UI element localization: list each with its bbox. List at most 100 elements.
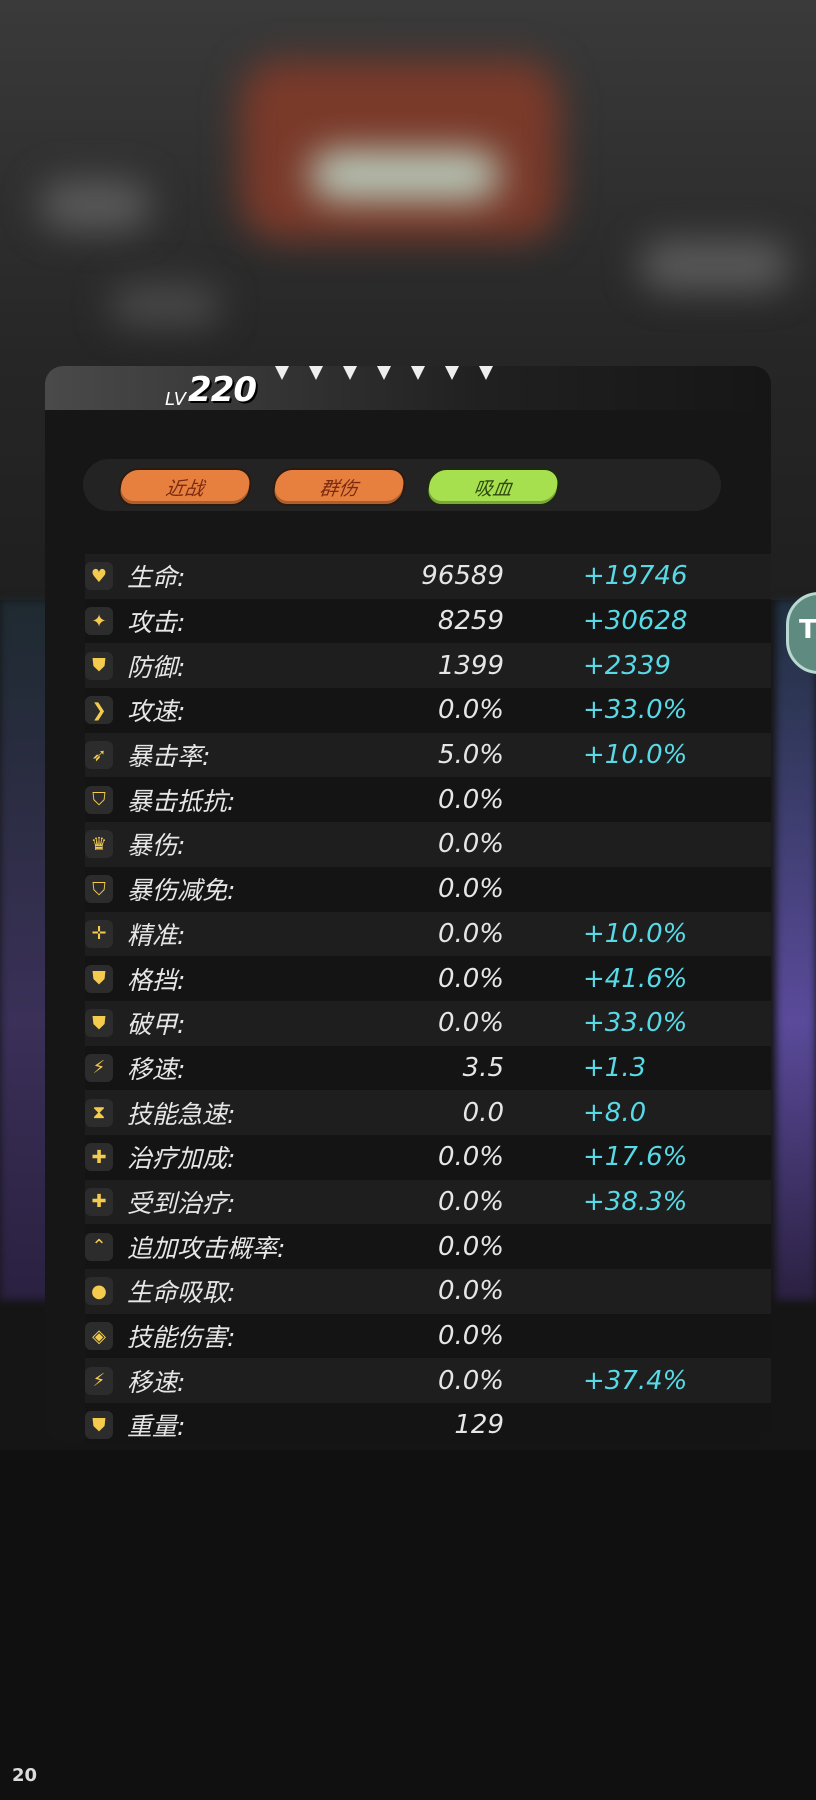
hero-portrait-strip: LV 220 — [45, 366, 771, 410]
stat-row: ➶ 暴击率: 5.0% +10.0% — [85, 732, 771, 778]
stat-value: 0.0% — [437, 1231, 504, 1262]
shield-icon: ⛊ — [85, 1411, 113, 1440]
stat-bonus: +8.0 — [583, 1097, 647, 1128]
tag-melee: 近战 — [116, 468, 254, 506]
shield-bolt-icon: ⛊ — [85, 964, 113, 993]
stat-row: ✚ 受到治疗: 0.0% +38.3% — [85, 1179, 771, 1225]
stat-label: 攻速: — [127, 697, 186, 727]
stat-row: ⛊ 防御: 1399 +2339 — [85, 643, 771, 689]
armor-break-icon: ⛊ — [85, 1009, 113, 1038]
stat-row: ⌃ 追加攻击概率: 0.0% — [85, 1224, 771, 1269]
crown-icon: ♛ — [85, 830, 113, 859]
stat-label: 生命: — [127, 563, 186, 593]
stat-value: 5.0% — [437, 740, 504, 771]
stat-bonus: +2339 — [583, 650, 671, 681]
stat-value: 0.0% — [437, 1321, 504, 1352]
stat-label: 暴伤减免: — [127, 876, 236, 906]
stat-label: 生命吸取: — [127, 1278, 236, 1308]
stat-bonus: +10.0% — [583, 918, 688, 949]
stat-row: ✦ 攻击: 8259 +30628 — [85, 598, 771, 644]
lightning-icon: ⚡ — [85, 1053, 113, 1082]
hero-level: LV 220 — [165, 370, 257, 410]
stat-row: ✛ 精准: 0.0% +10.0% — [85, 911, 771, 957]
stat-value: 3.5 — [462, 1052, 504, 1083]
stat-row: ⚡ 移速: 3.5 +1.3 — [85, 1045, 771, 1091]
stat-value: 0.0% — [437, 1276, 504, 1307]
stat-label: 精准: — [127, 920, 186, 950]
stat-row: ⛊ 格挡: 0.0% +41.6% — [85, 956, 771, 1001]
stat-value: 0.0% — [437, 918, 504, 949]
stat-label: 暴击率: — [127, 742, 211, 772]
stat-label: 格挡: — [127, 965, 186, 995]
double-chevron-up-icon: ⌃ — [85, 1232, 113, 1261]
crosshair-icon: ✛ — [85, 919, 113, 948]
stat-label: 移速: — [127, 1367, 186, 1397]
tag-lifesteal: 吸血 — [424, 468, 562, 506]
stat-value: 0.0% — [437, 1142, 504, 1173]
background-side-right — [776, 600, 816, 1300]
stat-label: 攻击: — [127, 608, 186, 638]
hourglass-icon: ⧗ — [85, 1098, 113, 1127]
background-bottom — [0, 1450, 816, 1800]
stat-value: 0.0% — [437, 1365, 504, 1396]
shield-crack-icon: ⛉ — [85, 875, 113, 904]
stat-bonus: +1.3 — [583, 1052, 647, 1083]
stat-value: 8259 — [437, 606, 504, 637]
level-prefix: LV — [165, 389, 187, 410]
stat-value: 0.0% — [437, 829, 504, 860]
stat-label: 暴伤: — [127, 831, 186, 861]
stat-label: 重量: — [127, 1412, 186, 1442]
target-icon: ◈ — [85, 1322, 113, 1351]
tag-aoe: 群伤 — [270, 468, 408, 506]
stat-value: 0.0% — [437, 874, 504, 905]
stat-label: 技能急速: — [127, 1099, 236, 1129]
sparkle-icon: ✦ — [85, 607, 113, 636]
side-badge-label: T — [799, 615, 816, 645]
stat-label: 移速: — [127, 1054, 186, 1084]
plus-icon: ✚ — [85, 1187, 113, 1216]
stat-row: ⛉ 暴击抵抗: 0.0% — [85, 777, 771, 823]
stat-bonus: +17.6% — [583, 1142, 688, 1173]
lightning-icon: ⚡ — [85, 1366, 113, 1395]
stat-bonus: +33.0% — [583, 1008, 688, 1039]
stat-label: 技能伤害: — [127, 1323, 236, 1353]
stat-row: ◈ 技能伤害: 0.0% — [85, 1313, 771, 1359]
stat-row: ⚡ 移速: 0.0% +37.4% — [85, 1358, 771, 1404]
stat-bonus: +38.3% — [583, 1186, 688, 1217]
stat-row: ● 生命吸取: 0.0% — [85, 1269, 771, 1314]
stat-value: 0.0% — [437, 784, 504, 815]
stat-label: 破甲: — [127, 1010, 186, 1040]
stat-value: 96589 — [421, 561, 504, 592]
stats-list: ♥ 生命: 96589 +19746 ✦ 攻击: 8259 +30628 ⛊ 防御: 1399 +23… — [85, 554, 771, 1442]
background-blob-left-lower — [110, 285, 220, 325]
hero-tags-bar: 近战 群伤 吸血 — [83, 459, 721, 511]
stat-row: ♛ 暴伤: 0.0% — [85, 822, 771, 867]
stat-row: ⛊ 重量: 129 — [85, 1403, 771, 1442]
stat-value: 0.0% — [437, 1008, 504, 1039]
stat-row: ⛉ 暴伤减免: 0.0% — [85, 866, 771, 912]
stat-row: ❯ 攻速: 0.0% +33.0% — [85, 688, 771, 733]
stat-label: 暴击抵抗: — [127, 786, 236, 816]
stat-value: 0.0% — [437, 695, 504, 726]
stat-bonus: +10.0% — [583, 740, 688, 771]
stat-value: 1399 — [437, 650, 504, 681]
plus-icon: ✚ — [85, 1143, 113, 1172]
stat-bonus: +30628 — [583, 606, 688, 637]
stat-row: ⛊ 破甲: 0.0% +33.0% — [85, 1000, 771, 1046]
stat-label: 追加攻击概率: — [127, 1233, 286, 1263]
background-blob-left — [40, 180, 150, 230]
stat-row: ♥ 生命: 96589 +19746 — [85, 554, 771, 599]
stat-value: 0.0% — [437, 963, 504, 994]
stat-value: 0.0 — [462, 1097, 504, 1128]
stat-bonus: +41.6% — [583, 963, 688, 994]
stat-bonus: +33.0% — [583, 695, 688, 726]
feather-icon: ➶ — [85, 741, 113, 770]
stat-label: 治疗加成: — [127, 1144, 236, 1174]
stat-row: ⧗ 技能急速: 0.0 +8.0 — [85, 1090, 771, 1135]
hero-stats-panel: LV 220 近战 群伤 吸血 ♥ 生命: 96589 +19746 ✦ 攻击: 8259 +… — [45, 366, 771, 1442]
stat-value: 129 — [454, 1410, 504, 1441]
heart-icon: ♥ — [85, 562, 113, 591]
stat-label: 防御: — [127, 652, 186, 682]
stat-value: 0.0% — [437, 1186, 504, 1217]
blood-drop-icon: ● — [85, 1277, 113, 1306]
